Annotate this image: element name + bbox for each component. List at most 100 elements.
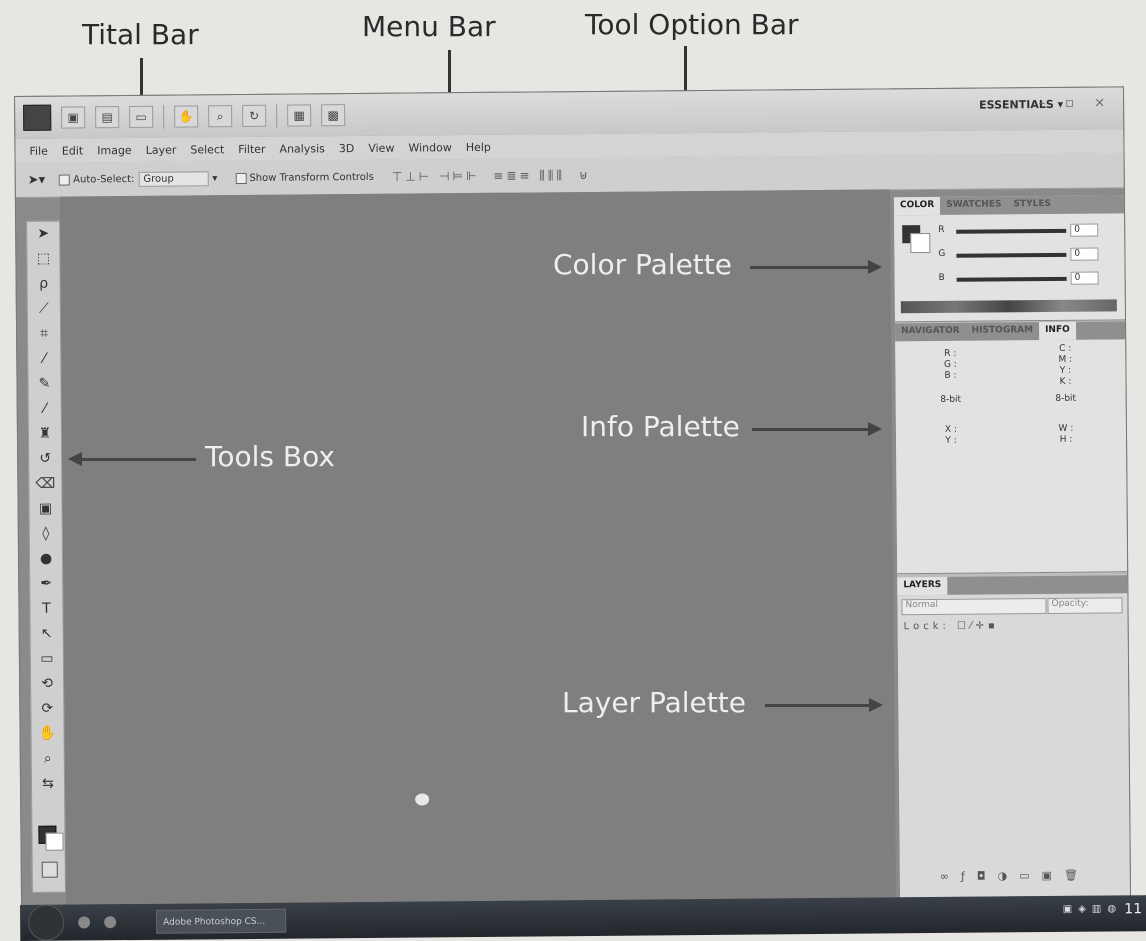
lock-controls[interactable]: Lock: ☐⁄✛▪ <box>904 620 999 632</box>
lasso-tool-icon[interactable]: ρ <box>28 272 60 297</box>
background-color-swatch[interactable] <box>45 832 64 851</box>
photoshop-window: ▣ ▤ ▭ ✋ ⌕ ↻ ▦ ▩ ESSENTIALS ▾ – ▫ × File … <box>14 86 1132 910</box>
tools-box: ➤ ⬚ ρ ⟋ ⌗ ⁄ ✎ ⁄ ♜ ↺ ⌫ ▣ ◊ ● ✒ T ↖ ▭ ⟲ ⟳ … <box>26 220 66 893</box>
show-transform-checkbox[interactable] <box>235 172 247 184</box>
arrange-documents-icon[interactable]: ▦ <box>287 104 312 127</box>
xy-readout: X : Y : <box>944 424 958 446</box>
type-tool-icon[interactable]: T <box>30 597 62 622</box>
lock-icons[interactable]: ☐⁄✛▪ <box>957 620 999 631</box>
menu-window[interactable]: Window <box>408 141 451 154</box>
auto-select-checkbox[interactable] <box>59 174 71 186</box>
tab-info[interactable]: INFO <box>1038 321 1076 341</box>
green-slider-row: G 0 <box>938 247 1118 263</box>
blue-slider[interactable] <box>956 276 1067 282</box>
clock[interactable]: 11 <box>1124 901 1142 917</box>
move-tool-icon[interactable]: ➤ <box>27 222 59 247</box>
marquee-tool-icon[interactable]: ⬚ <box>27 247 59 272</box>
menu-3d[interactable]: 3D <box>339 142 355 155</box>
blue-value-input[interactable]: 0 <box>1070 271 1099 285</box>
tab-histogram[interactable]: HISTOGRAM <box>966 322 1040 341</box>
red-slider[interactable] <box>956 228 1067 234</box>
menu-select[interactable]: Select <box>190 143 224 156</box>
menu-edit[interactable]: Edit <box>62 144 83 157</box>
tab-navigator[interactable]: NAVIGATOR <box>895 323 966 342</box>
menu-file[interactable]: File <box>29 144 48 157</box>
blend-mode-dropdown[interactable]: Normal <box>901 598 1047 616</box>
color-ramp[interactable] <box>900 299 1117 314</box>
quicklaunch-icon[interactable] <box>78 916 91 929</box>
gradient-tool-icon[interactable]: ▣ <box>29 497 61 522</box>
zoom-tool-icon[interactable]: ⌕ <box>208 105 233 128</box>
view-extras-icon[interactable]: ▤ <box>95 106 120 129</box>
system-tray-icons[interactable]: ▣◈▥◍ <box>1063 903 1122 915</box>
blue-label: B <box>938 272 945 283</box>
green-slider[interactable] <box>956 252 1067 258</box>
swap-colors-icon[interactable]: ⇆ <box>32 772 64 797</box>
pen-tool-icon[interactable]: ✒ <box>30 572 62 597</box>
menu-help[interactable]: Help <box>466 140 491 153</box>
separator <box>163 104 165 129</box>
taskbar-photoshop-item[interactable]: Adobe Photoshop CS... <box>156 908 287 934</box>
magic-wand-tool-icon[interactable]: ⟋ <box>28 297 60 322</box>
bridge-icon[interactable]: ▣ <box>61 106 86 129</box>
eyedropper-tool-icon[interactable]: ⁄ <box>28 347 60 372</box>
move-tool-preset-icon[interactable]: ➤▾ <box>28 172 46 187</box>
tab-color[interactable]: COLOR <box>893 196 941 216</box>
3d-rotate-tool-icon[interactable]: ⟲ <box>31 672 63 697</box>
layers-footer-icons[interactable]: ∞ƒ◘◑▭▣🗑 <box>940 869 1090 883</box>
green-value-input[interactable]: 0 <box>1070 247 1099 261</box>
red-value-input[interactable]: 0 <box>1070 223 1099 237</box>
canvas-speck <box>415 793 430 806</box>
panel-background-swatch[interactable] <box>910 233 931 254</box>
rotate-view-icon[interactable]: ↻ <box>242 104 267 128</box>
document-canvas-area[interactable] <box>59 189 897 909</box>
screen-mode-icon[interactable]: ▩ <box>321 104 346 127</box>
hand-tool-icon[interactable]: ✋ <box>174 105 199 128</box>
menu-layer[interactable]: Layer <box>146 143 177 156</box>
blue-slider-row: B 0 <box>939 271 1119 287</box>
quicklaunch-icon[interactable] <box>104 916 117 929</box>
hand-tool-icon[interactable]: ✋ <box>31 722 63 747</box>
title-bar-callout: Tital Bar <box>82 18 199 51</box>
tab-swatches[interactable]: SWATCHES <box>940 196 1007 215</box>
tab-styles[interactable]: STYLES <box>1007 196 1057 214</box>
auto-select-label: Auto-Select: <box>73 173 135 185</box>
cmyk-readout: C : M : Y : K : <box>1058 343 1073 387</box>
auto-align-icon[interactable]: ⊎ <box>579 168 591 182</box>
dodge-tool-icon[interactable]: ● <box>30 547 62 572</box>
opacity-field[interactable]: Opacity: <box>1047 597 1123 615</box>
menu-analysis[interactable]: Analysis <box>279 142 324 155</box>
start-button[interactable] <box>27 904 65 941</box>
history-brush-tool-icon[interactable]: ↺ <box>29 447 61 472</box>
zoom-level-icon[interactable]: ▭ <box>129 105 154 128</box>
shape-tool-icon[interactable]: ▭ <box>31 647 63 672</box>
panel-dock: COLOR SWATCHES STYLES R 0 G 0 B 0 NAVIGA… <box>893 195 1131 898</box>
rgb-readout: R : G : B : <box>943 348 957 381</box>
align-icons[interactable]: ⊤⊥⊢ ⊣⊨⊩ <box>392 169 480 184</box>
brush-tool-icon[interactable]: ⁄ <box>29 397 61 422</box>
quick-mask-icon[interactable] <box>41 861 58 878</box>
healing-brush-tool-icon[interactable]: ✎ <box>28 372 60 397</box>
show-transform-label: Show Transform Controls <box>249 171 374 184</box>
green-label: G <box>938 248 946 259</box>
zoom-tool-icon[interactable]: ⌕ <box>32 747 64 772</box>
menu-image[interactable]: Image <box>97 143 132 156</box>
blur-tool-icon[interactable]: ◊ <box>30 522 62 547</box>
menu-filter[interactable]: Filter <box>238 142 265 155</box>
auto-select-dropdown[interactable]: Group <box>138 170 209 187</box>
menu-view[interactable]: View <box>368 141 394 154</box>
3d-orbit-tool-icon[interactable]: ⟳ <box>31 697 63 722</box>
info-panel: NAVIGATOR HISTOGRAM INFO R : G : B : C :… <box>895 321 1128 575</box>
color-palette-arrow <box>750 260 882 274</box>
color-palette-callout: Color Palette <box>553 248 732 281</box>
info-palette-callout: Info Palette <box>581 410 740 443</box>
eraser-tool-icon[interactable]: ⌫ <box>29 472 61 497</box>
path-selection-tool-icon[interactable]: ↖ <box>31 622 63 647</box>
window-controls[interactable]: – ▫ × <box>1039 95 1114 111</box>
distribute-icons[interactable]: ≡≣≡ ⫼⫼⫼ <box>493 168 565 184</box>
clone-stamp-tool-icon[interactable]: ♜ <box>29 422 61 447</box>
tools-box-callout: Tools Box <box>205 440 335 473</box>
dropdown-arrow-icon[interactable]: ▾ <box>212 173 217 184</box>
crop-tool-icon[interactable]: ⌗ <box>28 322 60 347</box>
tab-layers[interactable]: LAYERS <box>897 576 948 596</box>
